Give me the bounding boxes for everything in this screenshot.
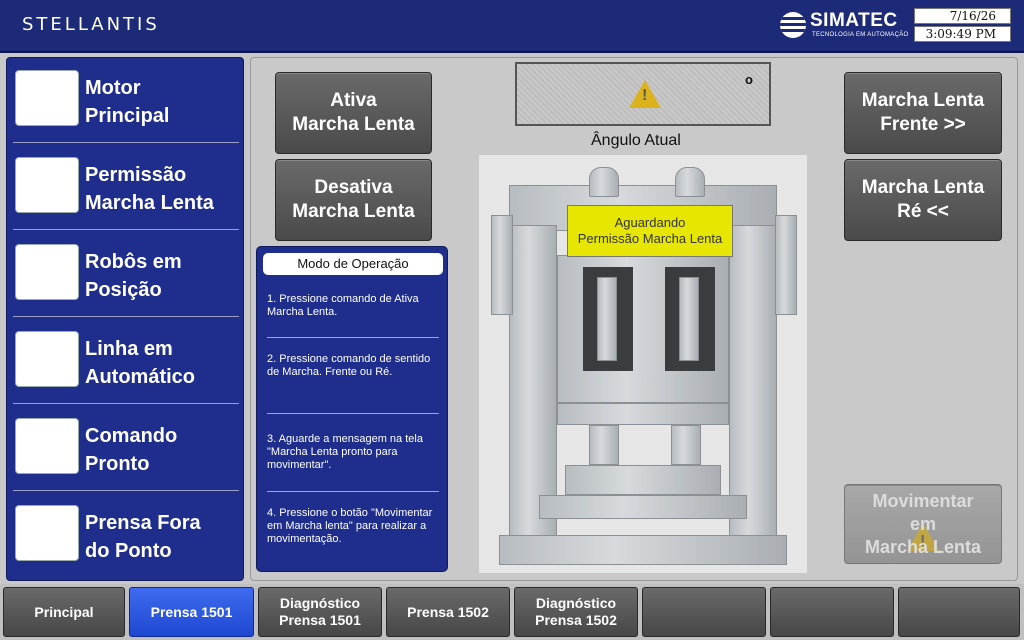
activate-slow-march-button[interactable]: Ativa Marcha Lenta: [275, 72, 432, 154]
tab-diagnostico-prensa-1501[interactable]: Diagnóstico Prensa 1501: [258, 587, 382, 637]
press-machine-image: Aguardando Permissão Marcha Lenta: [479, 155, 807, 573]
move-button-label: Movimentar em Marcha Lenta: [864, 490, 982, 557]
status-label: Comando Pronto: [85, 425, 178, 475]
tab-prensa-1502[interactable]: Prensa 1502: [386, 587, 510, 637]
press-status-banner: Aguardando Permissão Marcha Lenta: [567, 205, 733, 257]
status-label: Prensa Fora do Ponto: [85, 512, 201, 562]
time-display: 3:09:49 PM: [914, 26, 1011, 42]
slow-march-forward-button[interactable]: Marcha Lenta Frente >>: [844, 72, 1002, 154]
date-display: 7/16/26: [914, 8, 1011, 24]
divider: [13, 316, 239, 317]
divider: [13, 142, 239, 143]
divider: [13, 403, 239, 404]
simatec-sphere-icon: [780, 12, 806, 38]
tab-principal[interactable]: Principal: [3, 587, 125, 637]
tab-prensa-1501[interactable]: Prensa 1501: [129, 587, 254, 637]
status-label: Permissão Marcha Lenta: [85, 164, 214, 214]
instruction-step: 4. Pressione o botão "Movimentar em Marc…: [267, 507, 433, 545]
status-robos-em-posicao: Robôs em Posição: [7, 232, 245, 319]
status-label: Motor Principal: [85, 77, 170, 127]
simatec-name: SIMATEC: [810, 10, 898, 31]
divider: [13, 229, 239, 230]
tab-empty[interactable]: [642, 587, 766, 637]
tab-diagnostico-prensa-1502[interactable]: Diagnóstico Prensa 1502: [514, 587, 638, 637]
operation-mode-panel: Modo de Operação 1. Pressione comando de…: [256, 246, 448, 572]
divider: [267, 337, 439, 338]
simatec-tagline: TECNOLOGIA EM AUTOMAÇÃO: [812, 32, 909, 38]
slow-march-reverse-button[interactable]: Marcha Lenta Ré <<: [844, 159, 1002, 241]
divider: [267, 413, 439, 414]
status-comando-pronto: Comando Pronto: [7, 406, 245, 493]
status-panel: Motor Principal Permissão Marcha Lenta R…: [6, 57, 244, 581]
status-label: Robôs em Posição: [85, 251, 182, 301]
angle-label: Ângulo Atual: [591, 132, 681, 149]
status-indicator: [15, 331, 79, 387]
status-indicator: [15, 244, 79, 300]
angle-value: o: [745, 72, 753, 87]
stellantis-logo: STELLANTIS: [22, 14, 160, 35]
status-permissao-marcha-lenta: Permissão Marcha Lenta: [7, 145, 245, 232]
status-indicator: [15, 70, 79, 126]
status-label: Linha em Automático: [85, 338, 195, 388]
top-header: STELLANTIS SIMATEC TECNOLOGIA EM AUTOMAÇ…: [0, 0, 1024, 53]
warning-icon: [629, 80, 661, 108]
instruction-step: 2. Pressione comando de sentido de March…: [267, 353, 431, 378]
status-indicator: [15, 157, 79, 213]
status-linha-em-automatico: Linha em Automático: [7, 319, 245, 406]
move-slow-march-button[interactable]: Movimentar em Marcha Lenta: [844, 484, 1002, 564]
status-indicator: [15, 505, 79, 561]
divider: [267, 491, 439, 492]
instruction-step: 1. Pressione comando de Ativa Marcha Len…: [267, 293, 419, 318]
status-motor-principal: Motor Principal: [7, 58, 245, 145]
angle-display: o: [515, 62, 771, 126]
status-indicator: [15, 418, 79, 474]
instruction-step: 3. Aguarde a mensagem na tela "Marcha Le…: [267, 433, 423, 471]
operation-mode-title: Modo de Operação: [263, 253, 443, 275]
divider: [13, 490, 239, 491]
status-prensa-fora-do-ponto: Prensa Fora do Ponto: [7, 493, 245, 580]
tab-empty[interactable]: [770, 587, 894, 637]
bottom-navigation: Principal Prensa 1501 Diagnóstico Prensa…: [0, 584, 1024, 640]
tab-empty[interactable]: [898, 587, 1020, 637]
deactivate-slow-march-button[interactable]: Desativa Marcha Lenta: [275, 159, 432, 241]
